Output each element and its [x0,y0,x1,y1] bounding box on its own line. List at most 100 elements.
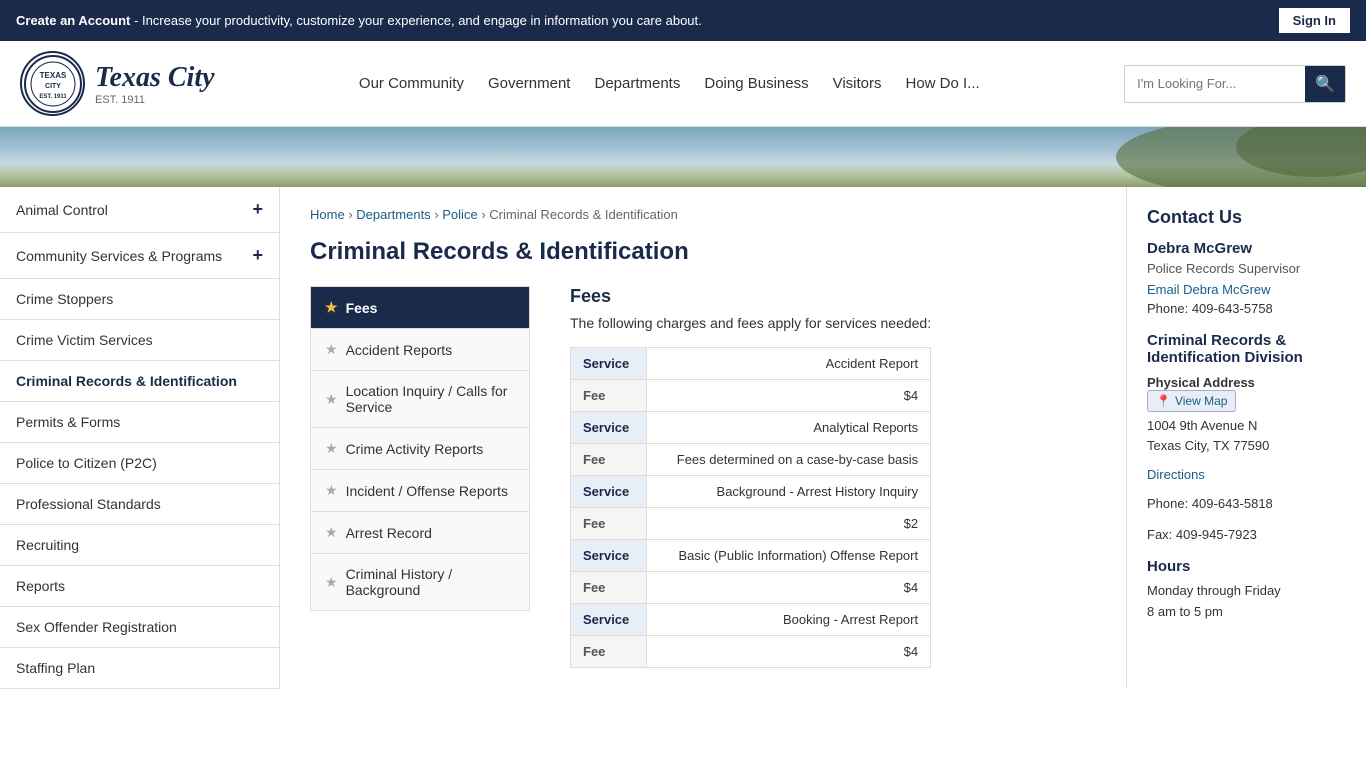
row-label: Service [571,540,647,572]
contact-role: Police Records Supervisor [1147,261,1346,276]
star-icon: ★ [325,574,338,591]
table-row: Service Analytical Reports [571,412,931,444]
subnav: ★ Fees ★ Accident Reports ★ Location Inq… [310,286,530,668]
star-icon: ★ [325,524,338,541]
subnav-crime-activity[interactable]: ★ Crime Activity Reports [310,427,530,469]
address-label: Physical Address [1147,375,1255,390]
site-header: TEXAS CITY EST. 1911 Texas City EST. 191… [0,41,1366,127]
nav-doing-business[interactable]: Doing Business [704,75,808,92]
fee-table: Service Accident Report Fee $4 Service A… [570,347,931,668]
sidebar-label: Criminal Records & Identification [16,373,237,389]
address-line1: 1004 9th Avenue N [1147,418,1257,433]
page-title: Criminal Records & Identification [310,238,1096,266]
row-value: $4 [647,572,931,604]
nav-how-do-i[interactable]: How Do I... [906,75,980,92]
sidebar-label: Professional Standards [16,496,161,512]
logo-area: TEXAS CITY EST. 1911 Texas City EST. 191… [20,51,215,116]
sidebar-label: Police to Citizen (P2C) [16,455,157,471]
logo-text: Texas City [95,62,215,94]
sidebar-label: Community Services & Programs [16,248,222,264]
star-icon: ★ [325,341,338,358]
breadcrumb-home[interactable]: Home [310,207,345,222]
row-value: $2 [647,508,931,540]
svg-text:TEXAS: TEXAS [39,71,66,80]
hero-banner [0,127,1366,187]
sidebar-item-community-services[interactable]: Community Services & Programs + [0,233,279,279]
sign-in-button[interactable]: Sign In [1279,8,1350,33]
row-value: Analytical Reports [647,412,931,444]
row-label: Service [571,604,647,636]
table-row: Service Booking - Arrest Report [571,604,931,636]
contact-sidebar: Contact Us Debra McGrew Police Records S… [1126,187,1366,689]
top-banner: Create an Account - Increase your produc… [0,0,1366,41]
contact-name: Debra McGrew [1147,240,1346,257]
subnav-label: Accident Reports [346,342,453,358]
sidebar-item-p2c[interactable]: Police to Citizen (P2C) [0,443,279,484]
contact-phone: Phone: 409-643-5758 [1147,301,1346,316]
row-label: Fee [571,572,647,604]
nav-departments[interactable]: Departments [594,75,680,92]
table-row: Fee $4 [571,636,931,668]
content-area: Home › Departments › Police › Criminal R… [280,187,1126,689]
sidebar-item-staffing[interactable]: Staffing Plan [0,648,279,689]
main-wrapper: Animal Control + Community Services & Pr… [0,187,1366,689]
subnav-incident-reports[interactable]: ★ Incident / Offense Reports [310,469,530,511]
star-icon: ★ [325,299,338,316]
search-input[interactable] [1125,68,1305,99]
subnav-accident-reports[interactable]: ★ Accident Reports [310,328,530,370]
star-icon: ★ [325,440,338,457]
subnav-arrest-record[interactable]: ★ Arrest Record [310,511,530,553]
main-nav: Our Community Government Departments Doi… [235,75,1105,92]
subnav-fees[interactable]: ★ Fees [310,286,530,328]
nav-government[interactable]: Government [488,75,571,92]
contact-email-link[interactable]: Email Debra McGrew [1147,282,1346,297]
row-label: Fee [571,444,647,476]
subnav-label: Location Inquiry / Calls for Service [346,383,515,415]
sidebar-item-crime-victim[interactable]: Crime Victim Services [0,320,279,361]
sidebar-label: Animal Control [16,202,108,218]
sidebar-label: Crime Victim Services [16,332,153,348]
nav-our-community[interactable]: Our Community [359,75,464,92]
sidebar-item-permits[interactable]: Permits & Forms [0,402,279,443]
table-row: Fee $4 [571,380,931,412]
subnav-label: Arrest Record [346,525,432,541]
sidebar-item-professional-standards[interactable]: Professional Standards [0,484,279,525]
plus-icon: + [252,199,263,220]
table-row: Service Accident Report [571,348,931,380]
row-value: Basic (Public Information) Offense Repor… [647,540,931,572]
table-row: Service Basic (Public Information) Offen… [571,540,931,572]
breadcrumb-police[interactable]: Police [442,207,477,222]
sidebar-item-animal-control[interactable]: Animal Control + [0,187,279,233]
subnav-label: Criminal History / Background [346,566,515,598]
sidebar: Animal Control + Community Services & Pr… [0,187,280,689]
contact-address: 1004 9th Avenue N Texas City, TX 77590 [1147,416,1346,455]
banner-text: Create an Account - Increase your produc… [16,13,702,28]
sidebar-item-recruiting[interactable]: Recruiting [0,525,279,566]
subnav-criminal-history[interactable]: ★ Criminal History / Background [310,553,530,611]
svg-text:CITY: CITY [45,83,61,90]
sidebar-label: Permits & Forms [16,414,120,430]
svg-text:EST. 1911: EST. 1911 [39,94,67,100]
hours-text: Monday through Friday8 am to 5 pm [1147,581,1346,623]
create-account-link[interactable]: Create an Account [16,13,130,28]
breadcrumb: Home › Departments › Police › Criminal R… [310,207,1096,222]
breadcrumb-current: Criminal Records & Identification [489,207,678,222]
row-label: Fee [571,380,647,412]
row-value: $4 [647,380,931,412]
plus-icon: + [252,245,263,266]
view-map-button[interactable]: 📍 View Map [1147,390,1236,412]
subnav-location-inquiry[interactable]: ★ Location Inquiry / Calls for Service [310,370,530,427]
fee-description: The following charges and fees apply for… [570,315,931,331]
search-button[interactable]: 🔍 [1305,66,1345,102]
sidebar-item-criminal-records[interactable]: Criminal Records & Identification [0,361,279,402]
sidebar-item-sex-offender[interactable]: Sex Offender Registration [0,607,279,648]
row-value: Background - Arrest History Inquiry [647,476,931,508]
sidebar-item-reports[interactable]: Reports [0,566,279,607]
sidebar-label: Reports [16,578,65,594]
breadcrumb-departments[interactable]: Departments [356,207,430,222]
sidebar-item-crime-stoppers[interactable]: Crime Stoppers [0,279,279,320]
nav-visitors[interactable]: Visitors [833,75,882,92]
subnav-label: Crime Activity Reports [346,441,484,457]
directions-link[interactable]: Directions [1147,467,1346,482]
star-icon: ★ [325,482,338,499]
